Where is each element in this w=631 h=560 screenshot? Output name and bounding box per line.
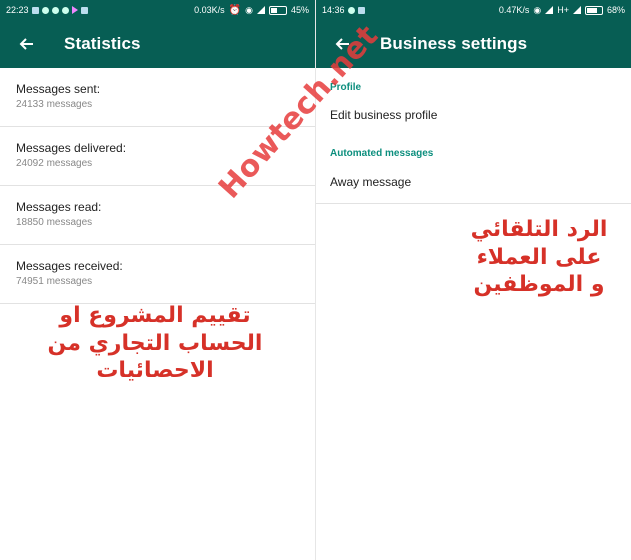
stat-label: Messages read: bbox=[16, 200, 102, 214]
statistics-screen: 22:23 0.03K/s ⏰ ◉ 45% Statistics Message… bbox=[0, 0, 315, 560]
stat-item-read: Messages read: 18850 messages bbox=[0, 186, 315, 245]
battery-percent: 45% bbox=[290, 5, 309, 15]
notification-icon bbox=[51, 6, 59, 14]
stat-label: Messages sent: bbox=[16, 82, 101, 96]
overlay-line: الرد التلقائي bbox=[470, 217, 608, 242]
play-store-icon bbox=[71, 6, 78, 14]
status-bar: 22:23 0.03K/s ⏰ ◉ 45% bbox=[0, 0, 315, 20]
arrow-left-icon bbox=[19, 38, 33, 50]
back-button[interactable] bbox=[16, 34, 36, 54]
overlay-line: و الموظفين bbox=[473, 272, 605, 297]
page-title: Statistics bbox=[64, 34, 141, 53]
overlay-line: على العملاء bbox=[476, 244, 602, 270]
notification-icon bbox=[357, 6, 365, 14]
network-speed: 0.47K/s bbox=[498, 5, 530, 15]
wifi-icon: ◉ bbox=[533, 4, 542, 15]
notification-icon bbox=[61, 6, 69, 14]
battery-icon bbox=[268, 5, 287, 15]
edit-business-profile-item[interactable]: Edit business profile bbox=[316, 108, 631, 122]
stat-value: 24133 messages bbox=[16, 99, 93, 110]
status-time: 22:23 bbox=[6, 5, 29, 15]
app-bar: Statistics bbox=[0, 20, 315, 68]
network-type: H+ bbox=[557, 5, 569, 15]
notification-icon bbox=[31, 6, 39, 14]
notification-icon bbox=[80, 6, 88, 14]
signal-icon bbox=[572, 6, 581, 14]
overlay-line: تقييم المشروع او bbox=[59, 303, 251, 328]
stat-item-received: Messages received: 74951 messages bbox=[0, 245, 315, 304]
alarm-icon: ⏰ bbox=[228, 4, 242, 16]
arabic-overlay-caption: تقييم المشروع او الحساب التجاري من الاحص… bbox=[30, 302, 280, 385]
signal-icon bbox=[256, 6, 265, 14]
network-speed: 0.03K/s bbox=[194, 5, 225, 15]
section-header-automated-messages: Automated messages bbox=[330, 148, 434, 159]
battery-icon bbox=[584, 5, 603, 15]
signal-icon bbox=[545, 6, 554, 14]
stat-label: Messages received: bbox=[16, 259, 123, 273]
arabic-overlay-caption: الرد التلقائي على العملاء و الموظفين bbox=[454, 216, 624, 299]
stat-value: 74951 messages bbox=[16, 276, 93, 287]
notification-icon bbox=[347, 6, 355, 14]
status-bar: 14:36 0.47K/s ◉ H+ 68% bbox=[316, 0, 631, 20]
overlay-line: الاحصائيات bbox=[96, 358, 214, 383]
status-time: 14:36 bbox=[322, 5, 345, 15]
page-title: Business settings bbox=[380, 34, 528, 53]
notification-icon bbox=[41, 6, 49, 14]
away-message-item[interactable]: Away message bbox=[316, 175, 631, 189]
battery-percent: 68% bbox=[606, 5, 625, 15]
overlay-line: الحساب التجاري من bbox=[47, 330, 263, 356]
stat-value: 18850 messages bbox=[16, 217, 93, 228]
wifi-icon: ◉ bbox=[245, 4, 253, 15]
section-header-profile: Profile bbox=[330, 82, 362, 93]
business-settings-screen: 14:36 0.47K/s ◉ H+ 68% Business settings… bbox=[316, 0, 631, 560]
